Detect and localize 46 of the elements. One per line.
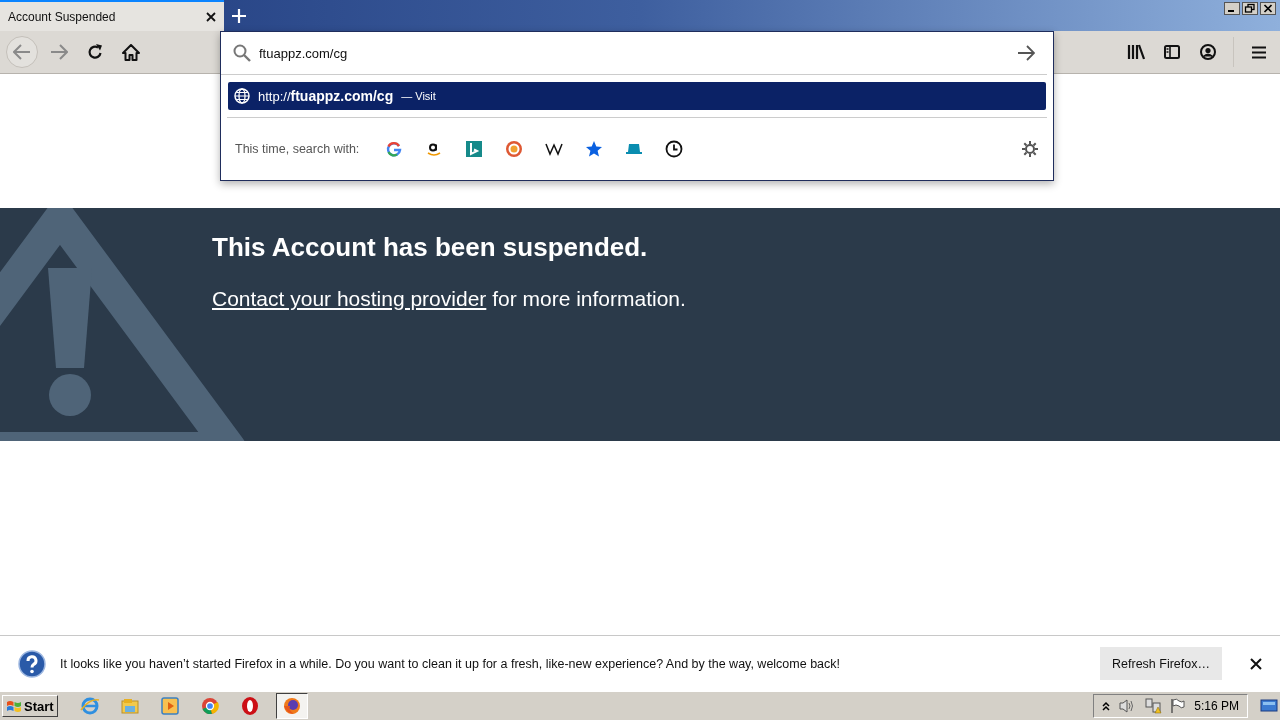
browser-tab[interactable]: Account Suspended bbox=[0, 0, 224, 31]
hosting-provider-link[interactable]: Contact your hosting provider bbox=[212, 287, 487, 310]
question-icon bbox=[18, 649, 46, 678]
close-icon[interactable] bbox=[1260, 2, 1276, 15]
star-icon[interactable] bbox=[585, 140, 604, 158]
minimize-icon[interactable] bbox=[1224, 2, 1240, 15]
flag-icon[interactable] bbox=[1170, 698, 1187, 714]
account-icon[interactable] bbox=[1200, 44, 1216, 60]
suspension-heading: This Account has been suspended. bbox=[212, 232, 649, 263]
tab-title: Account Suspended bbox=[8, 9, 116, 24]
refresh-firefox-button[interactable]: Refresh Firefox… bbox=[1100, 647, 1222, 680]
browser-icon bbox=[281, 696, 302, 716]
windows-logo-icon bbox=[6, 698, 22, 714]
settings-icon[interactable] bbox=[1021, 140, 1039, 158]
reload-icon[interactable] bbox=[87, 44, 103, 60]
browser-icon bbox=[199, 696, 220, 716]
url-suggestion[interactable]: http://ftuappz.com/cg — Visit bbox=[228, 82, 1046, 110]
search-icon bbox=[233, 44, 251, 62]
bing-logo-icon[interactable] bbox=[465, 140, 484, 158]
google-logo-icon[interactable] bbox=[385, 140, 404, 158]
chevron-up-icon[interactable] bbox=[1102, 701, 1111, 711]
home-icon[interactable] bbox=[122, 43, 140, 61]
info-sentence: Contact your hosting provider for more information. bbox=[212, 287, 686, 311]
close-icon[interactable] bbox=[1250, 657, 1262, 670]
browser-icon bbox=[79, 696, 100, 716]
notification-message: It looks like you haven’t started Firefox in a while. Do you want to clean it up for a fresh, like-new experience? And by the way, welcome back! bbox=[60, 656, 842, 671]
taskbar-app[interactable] bbox=[275, 693, 308, 719]
play-icon bbox=[159, 696, 180, 716]
browser-icon bbox=[239, 696, 260, 716]
menu-icon[interactable] bbox=[1252, 45, 1266, 59]
library-icon[interactable] bbox=[1127, 44, 1145, 60]
close-icon[interactable] bbox=[206, 11, 216, 22]
back-arrow-icon[interactable] bbox=[13, 44, 31, 60]
start-button[interactable]: Start bbox=[2, 695, 58, 717]
duck-logo-icon[interactable] bbox=[505, 140, 524, 158]
restore-icon[interactable] bbox=[1242, 2, 1258, 15]
search-with-label: This time, search with: bbox=[235, 142, 360, 156]
network-icon[interactable] bbox=[1144, 698, 1163, 714]
clock-time[interactable]: 5:16 PM bbox=[1194, 699, 1239, 713]
globe-icon bbox=[234, 88, 250, 104]
go-arrow-icon[interactable] bbox=[1017, 45, 1035, 61]
plus-icon[interactable] bbox=[232, 8, 246, 23]
folder-icon bbox=[119, 696, 140, 716]
sidebar-icon[interactable] bbox=[1164, 45, 1180, 59]
desktop-icon[interactable] bbox=[1260, 698, 1278, 714]
clock-icon[interactable] bbox=[665, 140, 684, 158]
